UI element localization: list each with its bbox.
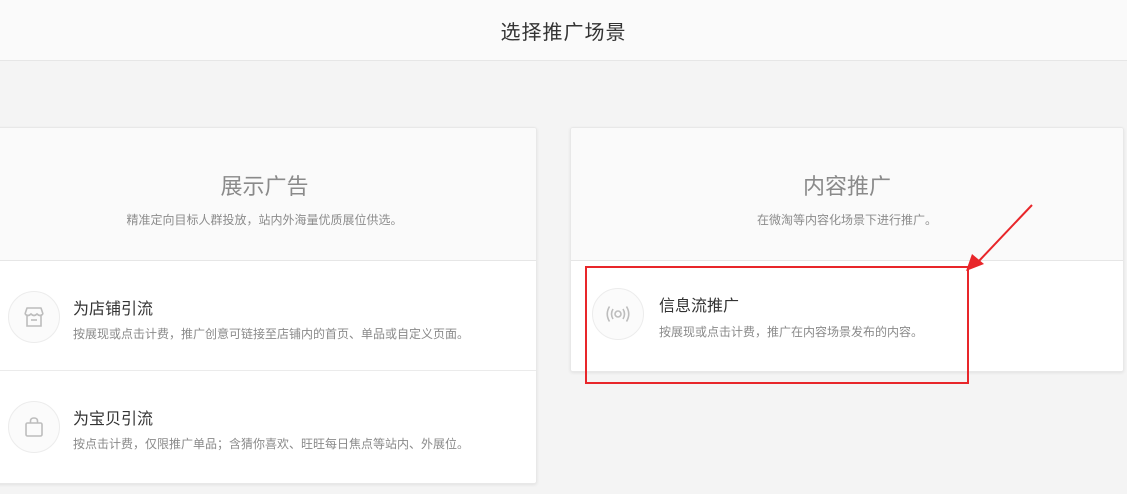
option-description: 按展现或点击计费，推广创意可链接至店铺内的首页、单品或自定义页面。 xyxy=(73,327,470,341)
store-icon xyxy=(8,291,60,343)
display-ads-card: 展示广告 精准定向目标人群投放，站内外海量优质展位供选。 为店铺引流 按展现或点… xyxy=(0,127,537,484)
option-title: 为宝贝引流 xyxy=(73,409,154,428)
option-description: 按点击计费，仅限推广单品；含猜你喜欢、旺旺每日焦点等站内、外展位。 xyxy=(73,437,470,451)
card-title: 内容推广 xyxy=(802,175,891,200)
option-item-traffic[interactable]: 为宝贝引流 按点击计费，仅限推广单品；含猜你喜欢、旺旺每日焦点等站内、外展位。 xyxy=(0,371,536,481)
option-feed-promotion[interactable]: 信息流推广 按展现或点击计费，推广在内容场景发布的内容。 xyxy=(571,261,1123,371)
card-header: 展示广告 精准定向目标人群投放，站内外海量优质展位供选。 xyxy=(0,128,536,261)
option-description: 按展现或点击计费，推广在内容场景发布的内容。 xyxy=(659,325,924,339)
option-store-traffic[interactable]: 为店铺引流 按展现或点击计费，推广创意可链接至店铺内的首页、单品或自定义页面。 xyxy=(0,261,536,371)
card-header: 内容推广 在微淘等内容化场景下进行推广。 xyxy=(571,128,1123,261)
bag-icon xyxy=(8,401,60,453)
option-title: 为店铺引流 xyxy=(73,299,154,318)
content-promotion-card: 内容推广 在微淘等内容化场景下进行推广。 信息流推广 按展现或点击计费，推广在内… xyxy=(570,127,1124,372)
broadcast-icon xyxy=(592,288,644,340)
card-description: 精准定向目标人群投放，站内外海量优质展位供选。 xyxy=(126,213,403,227)
option-title: 信息流推广 xyxy=(659,296,740,315)
card-description: 在微淘等内容化场景下进行推广。 xyxy=(756,213,937,227)
page-header: 选择推广场景 xyxy=(0,0,1127,61)
card-title: 展示广告 xyxy=(220,175,309,200)
page-title: 选择推广场景 xyxy=(500,19,627,44)
